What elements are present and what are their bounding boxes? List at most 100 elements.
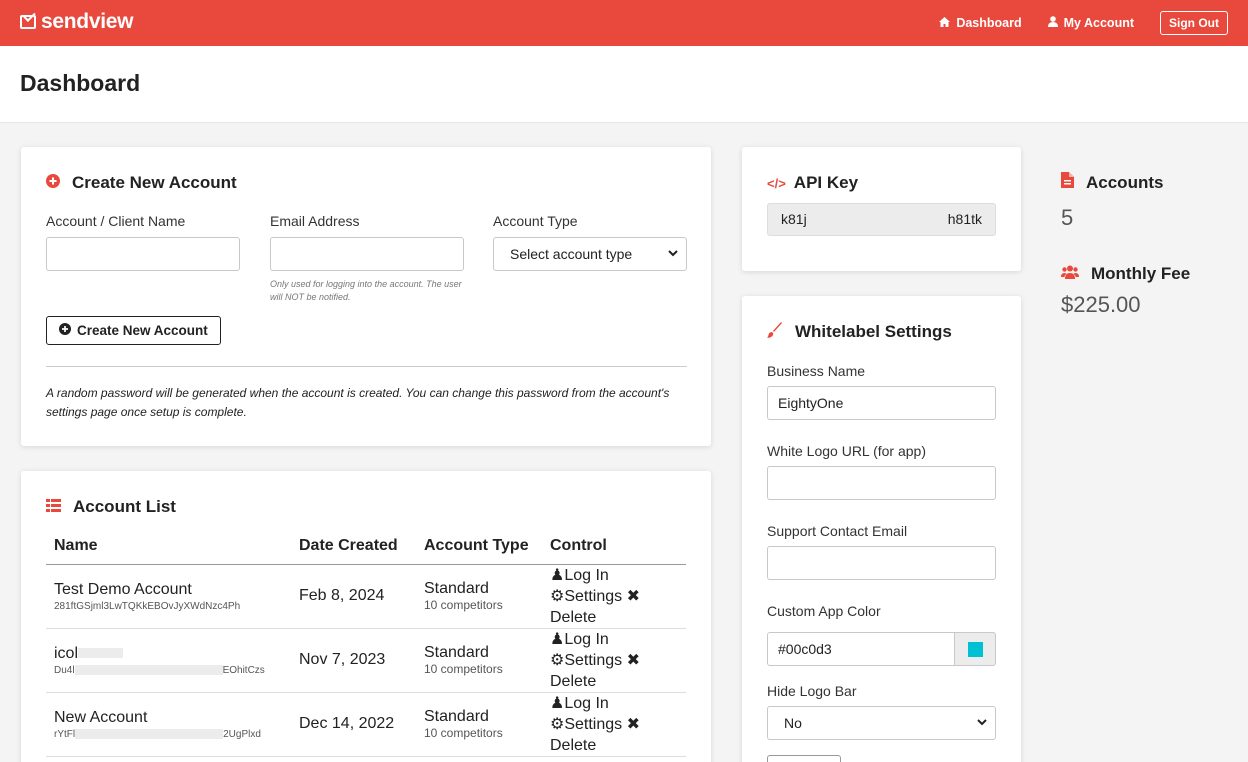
api-key-field[interactable]: k81j h81tk [767, 203, 996, 236]
settings-link[interactable]: ⚙Settings [550, 716, 622, 733]
app-color-label: Custom App Color [767, 603, 881, 619]
account-list-card: Account List Name Date Created Account T… [21, 471, 711, 762]
user-icon [1047, 16, 1058, 30]
whitelabel-card: Whitelabel Settings Business Name White … [742, 296, 1021, 762]
page-title: Dashboard [20, 70, 141, 96]
account-id-start: Du4l [54, 664, 75, 676]
table-header-row: Name Date Created Account Type Control [46, 529, 686, 565]
account-type: Standard [424, 644, 489, 661]
account-competitors: 10 competitors [424, 598, 503, 612]
hide-logo-label: Hide Logo Bar [767, 683, 857, 699]
api-key-title: </> API Key [767, 173, 859, 192]
account-type: Standard [424, 580, 489, 597]
account-name-label: Account / Client Name [46, 213, 186, 229]
whitelabel-title: Whitelabel Settings [767, 322, 952, 342]
column-header-type: Account Type [416, 529, 542, 565]
login-link[interactable]: ♟Log In [550, 695, 609, 712]
list-icon [46, 498, 61, 516]
brush-icon [767, 322, 783, 342]
brand-name: sendview [41, 10, 134, 33]
account-id-end: EOhitCzs [222, 664, 265, 676]
save-button[interactable] [767, 755, 841, 762]
account-type-label: Account Type [493, 213, 578, 229]
table-row: icol Du4l EOhitCzs Nov 7, 2023 Standard 1… [46, 628, 686, 693]
account-id-start: rYtFl [54, 728, 76, 740]
login-link[interactable]: ♟Log In [550, 631, 609, 648]
home-icon [939, 16, 951, 30]
column-header-date: Date Created [291, 529, 416, 565]
api-key-end: h81tk [947, 211, 982, 227]
accounts-label: Accounts [1086, 172, 1164, 192]
nav-dashboard[interactable]: Dashboard [939, 16, 1022, 30]
page-header: Dashboard [0, 46, 1248, 123]
account-name: icol [54, 644, 79, 662]
login-link[interactable]: ♟Log In [550, 567, 609, 584]
monthly-fee-value: $225.00 [1061, 292, 1141, 317]
business-name-label: Business Name [767, 363, 866, 379]
account-id: 281ftGSjml3LwTQKkEBOvJyXWdNzc4Ph [54, 600, 241, 612]
support-email-input[interactable] [767, 546, 996, 580]
plus-circle-icon [59, 323, 71, 338]
password-note: A random password will be generated when… [46, 386, 670, 419]
brand-logo[interactable]: sendview [20, 10, 133, 34]
account-table: Name Date Created Account Type Control T… [46, 529, 686, 757]
create-account-button[interactable]: Create New Account [46, 316, 221, 345]
monthly-fee-stat: Monthly Fee $225.00 [1061, 264, 1190, 318]
user-icon: ♟ [550, 566, 565, 584]
account-name-input[interactable] [46, 237, 240, 271]
monthly-fee-label: Monthly Fee [1091, 264, 1191, 283]
chevron-down-icon [977, 718, 987, 729]
create-account-title: Create New Account [46, 173, 237, 193]
divider [46, 366, 687, 367]
code-icon: </> [767, 175, 786, 191]
email-address-label: Email Address [270, 213, 360, 229]
settings-link[interactable]: ⚙Settings [550, 652, 622, 669]
account-name: New Account [54, 708, 148, 726]
app-color-input[interactable] [767, 632, 955, 666]
times-icon: ✖ [626, 651, 641, 669]
hide-logo-select[interactable]: No [767, 706, 996, 740]
create-account-button-label: Create New Account [77, 323, 208, 338]
top-navbar: sendview Dashboard My Account Sign Out [0, 0, 1248, 46]
redaction [78, 648, 124, 659]
color-swatch-button[interactable] [955, 632, 996, 666]
top-nav: Dashboard My Account Sign Out [939, 11, 1228, 35]
user-icon: ♟ [550, 694, 565, 712]
nav-my-account-label: My Account [1063, 16, 1134, 30]
business-name-input[interactable] [767, 386, 996, 420]
account-type: Standard [424, 708, 489, 725]
api-key-start: k81j [781, 211, 807, 227]
times-icon: ✖ [626, 587, 641, 605]
email-address-input[interactable] [270, 237, 464, 271]
redaction [75, 728, 224, 739]
gear-icon: ⚙ [550, 651, 565, 669]
logo-icon [20, 15, 36, 29]
support-email-label: Support Contact Email [767, 523, 908, 539]
plus-circle-icon [46, 174, 60, 192]
account-date: Nov 7, 2023 [291, 628, 416, 693]
accounts-stat: Accounts 5 [1061, 172, 1163, 231]
nav-my-account[interactable]: My Account [1047, 16, 1134, 30]
chevron-down-icon [668, 249, 678, 260]
redaction [74, 664, 223, 675]
account-competitors: 10 competitors [424, 662, 503, 676]
hide-logo-selected: No [784, 715, 802, 731]
gear-icon: ⚙ [550, 587, 565, 605]
color-swatch [967, 641, 983, 657]
app-color-group [767, 632, 996, 666]
logo-url-input[interactable] [767, 466, 996, 500]
account-list-title: Account List [46, 497, 176, 517]
accounts-value: 5 [1061, 205, 1074, 230]
account-type-select[interactable]: Select account type [493, 237, 687, 271]
account-date: Dec 14, 2022 [291, 692, 416, 757]
nav-dashboard-label: Dashboard [956, 16, 1022, 30]
email-hint: Only used for logging into the account. … [270, 279, 462, 302]
column-header-control: Control [542, 529, 686, 565]
table-row: Test Demo Account 281ftGSjml3LwTQKkEBOvJ… [46, 564, 686, 629]
settings-link[interactable]: ⚙Settings [550, 588, 622, 605]
account-id-end: 2UgPlxd [223, 728, 261, 740]
times-icon: ✖ [626, 715, 641, 733]
create-account-card: Create New Account Account / Client Name… [21, 147, 711, 446]
user-icon: ♟ [550, 630, 565, 648]
sign-out-button[interactable]: Sign Out [1160, 11, 1228, 35]
